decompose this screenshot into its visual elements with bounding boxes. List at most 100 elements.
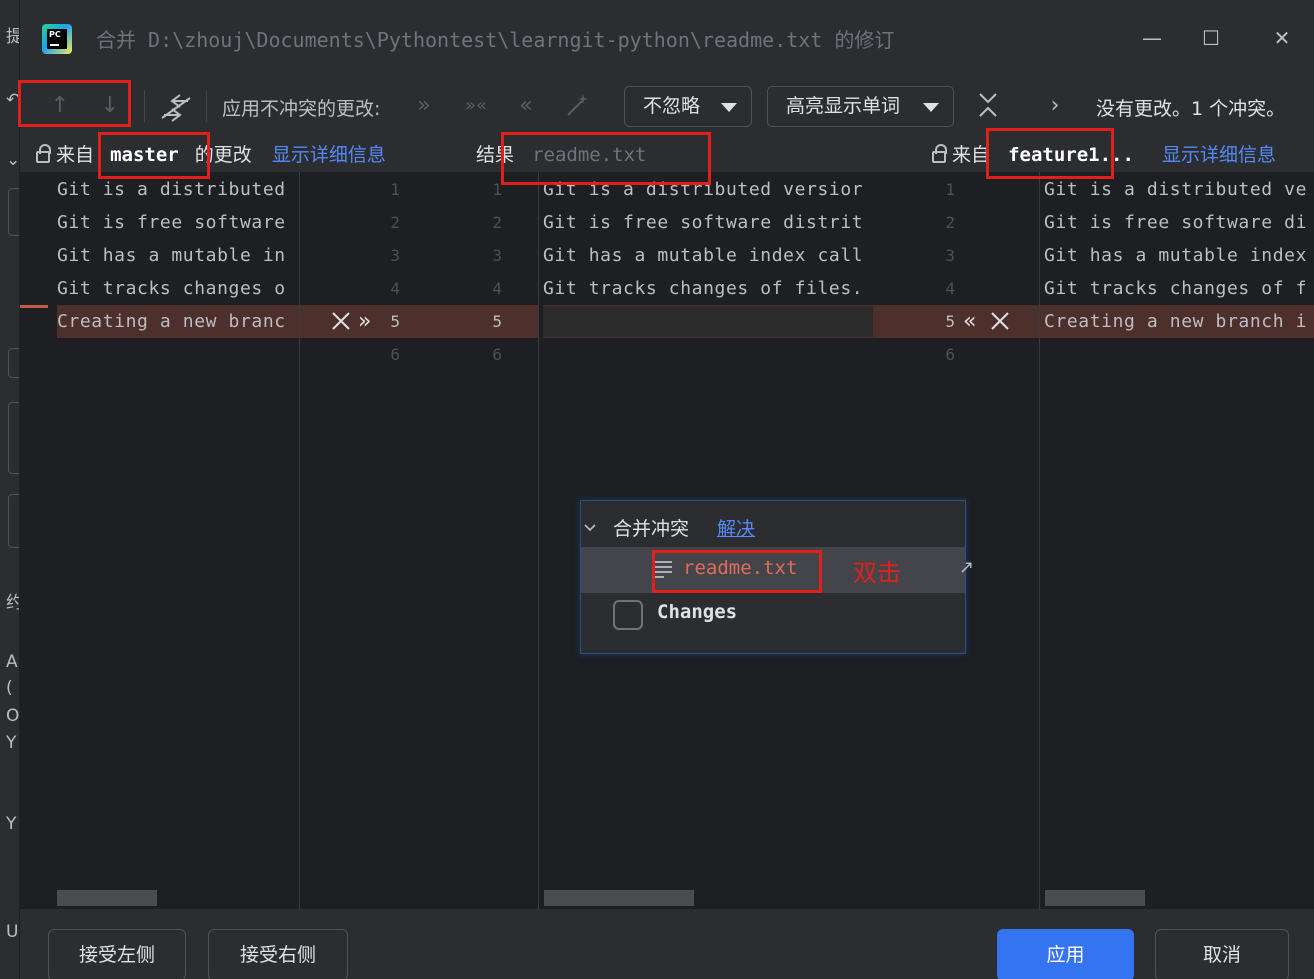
- ignore-whitespace-dropdown[interactable]: 不忽略: [624, 86, 752, 127]
- line-number: 2: [390, 213, 400, 232]
- code-line: Git tracks changes of f: [1044, 278, 1308, 299]
- accept-right-change-icon[interactable]: «: [963, 305, 976, 338]
- changes-checkbox[interactable]: [613, 600, 643, 630]
- pycharm-logo-icon: PC: [42, 24, 72, 54]
- strip-box: [8, 494, 19, 548]
- window-title: 合并 D:\zhouj\Documents\Pythontest\learngi…: [96, 28, 895, 52]
- accept-left-button[interactable]: 接受左侧: [48, 929, 186, 979]
- merge-conflicts-label: 合并冲突: [613, 518, 690, 540]
- highlight-words-dropdown[interactable]: 高亮显示单词: [767, 86, 954, 127]
- strip-fragment: 约: [6, 588, 19, 613]
- text-file-icon: [652, 561, 672, 578]
- toolbar-separator: [144, 90, 145, 122]
- strip-fragment: 提: [6, 22, 19, 47]
- title-bar: PC 合并 D:\zhouj\Documents\Pythontest\lear…: [20, 0, 1314, 76]
- apply-button[interactable]: 应用: [997, 929, 1134, 979]
- code-line: Git is free software distrit: [543, 212, 864, 233]
- code-line: Git has a mutable index call: [543, 245, 864, 266]
- line-number: 4: [492, 279, 502, 298]
- line-number: 4: [390, 279, 400, 298]
- highlight-words-value: 高亮显示单词: [786, 95, 901, 117]
- left-pane-header: 来自 master 的更改 显示详细信息: [36, 140, 386, 167]
- collapse-unchanged-icon[interactable]: [972, 90, 1004, 122]
- lock-icon: [932, 144, 947, 163]
- strip-fragment: ⌄: [6, 150, 20, 170]
- dialog-footer: 接受左侧 接受右侧 应用 取消: [20, 909, 1314, 979]
- right-pane-header: 来自 feature1... 显示详细信息: [932, 140, 1276, 167]
- result-label: 结果: [476, 144, 515, 166]
- code-line: Git is a distributed versior: [543, 179, 864, 200]
- merge-toolbar: ↑ ↓ 应用不冲突的更改: » »« « 不忽略 高亮显示单词 › 没有更改。1…: [20, 76, 1314, 136]
- apply-left-nonconflicting-icon[interactable]: »: [408, 90, 440, 122]
- strip-fragment: O: [6, 706, 20, 726]
- minimize-button[interactable]: —: [1136, 22, 1168, 54]
- code-line: Creating a new branch i: [1044, 311, 1308, 332]
- line-number: 5: [492, 312, 502, 331]
- ignore-left-change-icon[interactable]: [330, 310, 352, 332]
- apply-nonconflicting-label: 应用不冲突的更改:: [222, 98, 381, 120]
- apply-all-nonconflicting-icon[interactable]: »«: [456, 90, 496, 122]
- conflict-file-row[interactable]: readme.txt 双击 ↗: [581, 547, 974, 593]
- close-button[interactable]: ✕: [1266, 22, 1298, 54]
- horizontal-scrollbar[interactable]: [1045, 890, 1145, 906]
- chevron-down-icon: [584, 524, 596, 532]
- code-line: Git is free software: [57, 212, 286, 233]
- left-header-suffix: 的更改: [194, 144, 252, 166]
- strip-fragment: A: [6, 652, 18, 672]
- line-number: 3: [945, 246, 955, 265]
- code-line: Git is a distributed ve: [1044, 179, 1308, 200]
- left-show-details-link[interactable]: 显示详细信息: [272, 144, 386, 166]
- strip-fragment: Y: [6, 733, 17, 753]
- accept-right-button[interactable]: 接受右侧: [208, 929, 348, 979]
- result-file-name: readme.txt: [532, 144, 647, 166]
- code-line: Git is a distributed: [57, 179, 286, 200]
- swap-sides-icon[interactable]: [156, 90, 196, 122]
- code-line: Git tracks changes o: [57, 278, 286, 299]
- strip-fragment: U: [6, 922, 19, 942]
- changes-row[interactable]: Changes: [581, 593, 965, 639]
- right-pane[interactable]: Git is a distributed ve Git is free soft…: [1040, 172, 1314, 909]
- right-header-prefix: 来自: [952, 144, 991, 166]
- line-number: 1: [390, 180, 400, 199]
- strip-box: [8, 348, 19, 378]
- left-header-prefix: 来自: [56, 144, 95, 166]
- code-line: Git is free software di: [1044, 212, 1308, 233]
- strip-box: [8, 402, 19, 474]
- chevron-right-icon[interactable]: ›: [1040, 90, 1070, 122]
- magic-resolve-icon[interactable]: [560, 90, 596, 122]
- strip-fragment: Y: [6, 814, 17, 834]
- conflict-highlight: [873, 305, 1039, 338]
- maximize-button[interactable]: ☐: [1195, 22, 1227, 54]
- code-line: Creating a new branc: [57, 311, 286, 332]
- result-pane-header: 结果 readme.txt: [476, 140, 646, 167]
- accept-left-change-icon[interactable]: »: [358, 305, 371, 338]
- merge-conflicts-popup: 合并冲突 解决 readme.txt 双击 ↗ Changes: [580, 500, 974, 654]
- previous-difference-button[interactable]: ↑: [42, 90, 78, 122]
- code-line: Git has a mutable in: [57, 245, 286, 266]
- ignore-right-change-icon[interactable]: [989, 310, 1011, 332]
- next-difference-button[interactable]: ↓: [92, 90, 128, 122]
- line-number: 5: [945, 312, 955, 331]
- code-line: Git tracks changes of files.: [543, 278, 864, 299]
- horizontal-scrollbar[interactable]: [57, 890, 157, 906]
- merge-dialog: PC 合并 D:\zhouj\Documents\Pythontest\lear…: [20, 0, 1314, 979]
- strip-fragment: (: [6, 678, 13, 698]
- line-number: 1: [945, 180, 955, 199]
- right-show-details-link[interactable]: 显示详细信息: [1162, 144, 1276, 166]
- left-pane[interactable]: Git is a distributed Git is free softwar…: [20, 172, 299, 909]
- truncated-icon: ↗: [959, 557, 975, 578]
- strip-fragment: ↶: [6, 90, 20, 110]
- cancel-button[interactable]: 取消: [1155, 929, 1289, 979]
- apply-right-nonconflicting-icon[interactable]: «: [510, 90, 542, 122]
- background-window-strip: 提 ↶ ⌄ 约 A ( O Y Y U: [0, 0, 20, 979]
- changes-label: Changes: [657, 601, 738, 623]
- line-number: 5: [390, 312, 400, 331]
- line-number: 3: [492, 246, 502, 265]
- chevron-down-icon: [721, 103, 737, 112]
- horizontal-scrollbar[interactable]: [544, 890, 694, 906]
- merge-conflicts-group[interactable]: 合并冲突 解决: [581, 509, 965, 549]
- line-number: 3: [390, 246, 400, 265]
- merge-status-text: 没有更改。1 个冲突。: [1096, 98, 1286, 120]
- resolve-link[interactable]: 解决: [717, 514, 755, 541]
- line-number: 6: [945, 345, 955, 364]
